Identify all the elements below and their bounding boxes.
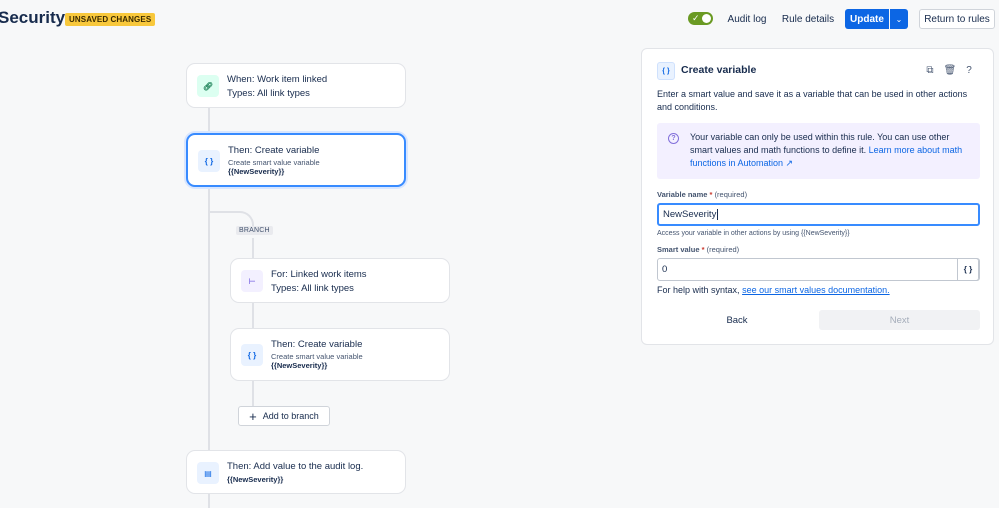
connector-line xyxy=(252,381,254,406)
smart-value-label-text: Smart value xyxy=(657,245,700,254)
smart-value-label: Smart value * (required) xyxy=(657,245,739,254)
panel-title: Create variable xyxy=(681,64,757,76)
link-icon: 🔗︎ xyxy=(197,75,219,97)
rule-enabled-toggle[interactable]: ✓ xyxy=(688,12,713,25)
rule-details-button[interactable]: Rule details xyxy=(779,9,837,29)
connector-line xyxy=(208,494,210,508)
return-to-rules-button[interactable]: Return to rules xyxy=(919,9,995,29)
back-button[interactable]: Back xyxy=(657,310,817,330)
card-subtitle: Types: All link types xyxy=(227,88,310,99)
next-button[interactable]: Next xyxy=(819,310,980,330)
connector-line xyxy=(208,108,210,133)
audit-log-button[interactable]: Audit log xyxy=(722,9,772,29)
trash-icon[interactable]: 🗑︎ xyxy=(943,63,957,77)
card-title: When: Work item linked xyxy=(227,74,328,85)
info-text: Your variable can only be used within th… xyxy=(690,131,972,170)
card-title: Then: Add value to the audit log. xyxy=(227,461,364,472)
update-dropdown-button[interactable]: ⌄ xyxy=(890,9,908,29)
braces-icon: { } xyxy=(963,265,973,274)
card-variable: {{NewSeverity}} xyxy=(271,361,328,370)
page-title: Security xyxy=(0,8,66,27)
chevron-down-icon: ⌄ xyxy=(895,14,903,24)
update-button[interactable]: Update xyxy=(845,9,889,29)
braces-icon: { } xyxy=(241,344,263,366)
create-variable-panel: { } Create variable ⧉ 🗑︎ ? Enter a smart… xyxy=(641,48,994,345)
log-icon: ▤ xyxy=(197,462,219,484)
question-icon: ? xyxy=(668,133,679,144)
card-subtitle: Create smart value variable xyxy=(271,352,363,361)
help-icon[interactable]: ? xyxy=(962,63,976,77)
copy-icon[interactable]: ⧉ xyxy=(923,63,937,77)
card-variable: {{NewSeverity}} xyxy=(228,167,285,176)
variable-name-input[interactable]: NewSeverity xyxy=(657,203,980,226)
required-text: (required) xyxy=(714,190,748,199)
connector-line xyxy=(252,303,254,328)
variable-name-label: Variable name * (required) xyxy=(657,190,747,199)
branch-tag: BRANCH xyxy=(236,226,273,235)
card-subtitle: Create smart value variable xyxy=(228,158,320,167)
audit-log-action-card[interactable]: ▤ Then: Add value to the audit log. {{Ne… xyxy=(186,450,406,494)
syntax-help: For help with syntax, see our smart valu… xyxy=(657,285,890,295)
plus-icon: + xyxy=(249,408,257,424)
branch-create-variable-card[interactable]: { } Then: Create variable Create smart v… xyxy=(230,328,450,381)
create-variable-card[interactable]: { } Then: Create variable Create smart v… xyxy=(186,133,406,187)
add-to-branch-label: Add to branch xyxy=(262,411,319,421)
card-variable: {{NewSeverity}} xyxy=(227,475,284,484)
required-text: (required) xyxy=(706,245,740,254)
required-asterisk: * xyxy=(701,245,705,254)
add-to-branch-button[interactable]: + Add to branch xyxy=(238,406,330,426)
variable-name-label-text: Variable name xyxy=(657,190,708,199)
smart-value-value: 0 xyxy=(662,264,668,275)
card-subtitle: Types: All link types xyxy=(271,283,354,294)
for-each-card[interactable]: ⊢ For: Linked work items Types: All link… xyxy=(230,258,450,303)
trigger-card[interactable]: 🔗︎ When: Work item linked Types: All lin… xyxy=(186,63,406,108)
toggle-knob xyxy=(702,14,711,23)
info-message: ? Your variable can only be used within … xyxy=(657,123,980,179)
connector-line xyxy=(252,238,254,258)
card-title: Then: Create variable xyxy=(228,145,320,156)
panel-description: Enter a smart value and save it as a var… xyxy=(657,89,968,112)
check-icon: ✓ xyxy=(692,13,700,23)
text-cursor xyxy=(717,209,719,220)
braces-icon: { } xyxy=(198,150,220,172)
braces-icon: { } xyxy=(657,62,675,80)
insert-smart-value-button[interactable]: { } xyxy=(957,258,979,281)
variable-hint: Access your variable in other actions by… xyxy=(657,230,850,237)
help-prefix: For help with syntax, xyxy=(657,285,740,295)
card-title: Then: Create variable xyxy=(271,339,363,350)
branch-icon: ⊢ xyxy=(241,270,263,292)
unsaved-changes-badge: UNSAVED CHANGES xyxy=(65,13,156,26)
card-title: For: Linked work items xyxy=(271,269,367,280)
smart-value-input[interactable]: 0 { } xyxy=(657,258,980,281)
smart-values-docs-link[interactable]: see our smart values documentation. xyxy=(742,285,890,295)
required-asterisk: * xyxy=(709,190,713,199)
variable-name-value: NewSeverity xyxy=(663,209,717,220)
